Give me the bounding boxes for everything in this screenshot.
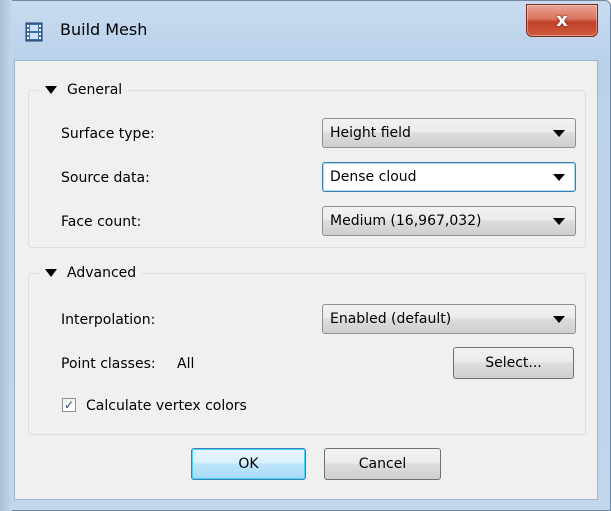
general-section-toggle[interactable]: General [39, 79, 129, 101]
vertex-colors-checkbox[interactable]: ✓ [62, 398, 76, 412]
surface-type-label: Surface type: [61, 126, 155, 142]
close-button[interactable]: x [526, 4, 598, 37]
checkmark-icon: ✓ [63, 398, 75, 412]
source-data-dropdown[interactable]: Dense cloud [322, 162, 576, 192]
chevron-down-icon [553, 130, 565, 137]
general-section-label: General [67, 82, 123, 98]
surface-type-dropdown[interactable]: Height field [322, 118, 576, 148]
face-count-value: Medium (16,967,032) [330, 213, 482, 229]
close-icon: x [556, 9, 568, 31]
interpolation-value: Enabled (default) [330, 311, 452, 327]
vertex-colors-label: Calculate vertex colors [86, 398, 247, 414]
cancel-button[interactable]: Cancel [324, 448, 441, 480]
window-edge [0, 0, 12, 511]
advanced-section-label: Advanced [67, 265, 137, 281]
collapse-triangle-icon [45, 269, 57, 277]
select-button-label: Select... [485, 355, 542, 371]
window-title: Build Mesh [60, 20, 148, 39]
source-data-value: Dense cloud [330, 169, 417, 185]
title-bar[interactable]: Build Mesh x [0, 0, 611, 58]
select-point-classes-button[interactable]: Select... [453, 347, 574, 379]
chevron-down-icon [553, 218, 565, 225]
collapse-triangle-icon [45, 86, 57, 94]
advanced-section-toggle[interactable]: Advanced [39, 262, 143, 284]
surface-type-value: Height field [330, 125, 411, 141]
film-strip-icon [25, 22, 43, 46]
cancel-button-label: Cancel [358, 456, 407, 472]
face-count-label: Face count: [61, 214, 142, 230]
chevron-down-icon [553, 316, 565, 323]
face-count-dropdown[interactable]: Medium (16,967,032) [322, 206, 576, 236]
interpolation-label: Interpolation: [61, 312, 156, 328]
ok-button-label: OK [238, 456, 259, 472]
ok-button[interactable]: OK [191, 448, 306, 480]
source-data-label: Source data: [61, 170, 150, 186]
point-classes-value: All [177, 356, 195, 372]
chevron-down-icon [553, 174, 565, 181]
interpolation-dropdown[interactable]: Enabled (default) [322, 304, 576, 334]
point-classes-label: Point classes: [61, 356, 156, 372]
